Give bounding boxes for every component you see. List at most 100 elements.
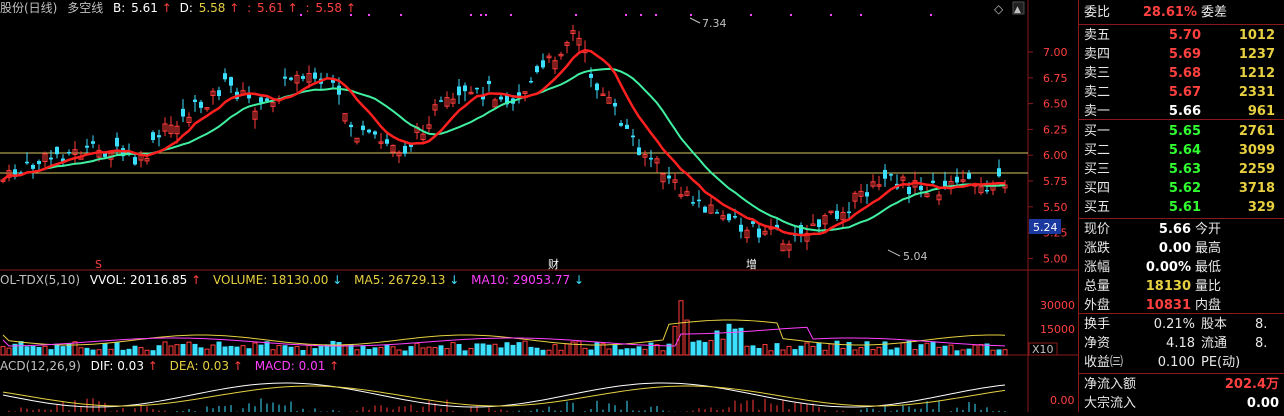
low-annotation: 5.04 xyxy=(903,250,928,263)
volume-bar xyxy=(204,348,210,356)
scroll-up-icon[interactable]: ▲ xyxy=(1014,5,1021,15)
volume-bar xyxy=(462,350,468,356)
d-label: D: xyxy=(180,1,193,15)
volume-bar xyxy=(132,345,138,356)
current-price-tag-text: 5.24 xyxy=(1033,221,1058,234)
signal-dot xyxy=(625,14,627,16)
event-marker-cai[interactable]: 财 xyxy=(548,257,559,271)
fundamental-row-2[interactable]: 收益㈢ 0.100 PE(动) xyxy=(1079,352,1284,373)
bid-row-4[interactable]: 买四 5.62 3718 xyxy=(1079,178,1284,199)
candle-body xyxy=(919,185,923,191)
bid-price: 5.65 xyxy=(1168,124,1201,139)
macd-header: ACD(12,26,9) DIF: 0.03 ↑ DEA: 0.03 ↑ MAC… xyxy=(0,359,339,373)
dea-text: DEA: 0.03 xyxy=(170,359,229,373)
bid-volume: 2259 xyxy=(1238,162,1275,177)
event-marker-s[interactable]: S xyxy=(95,258,102,271)
stat-row-0[interactable]: 现价 5.66 今开 xyxy=(1079,219,1284,240)
price-tick-label: 5.75 xyxy=(1043,175,1068,188)
candle-body xyxy=(619,123,623,126)
weibi-value: 28.61% xyxy=(1142,5,1197,20)
ask-row-2[interactable]: 卖二 5.67 2331 xyxy=(1079,82,1284,103)
bid-row-3[interactable]: 买三 5.63 2259 xyxy=(1079,159,1284,180)
candle-body xyxy=(367,129,371,133)
volume-bar xyxy=(870,349,876,356)
kline-svg[interactable]: 7.006.756.506.256.005.755.505.255.00 5.2… xyxy=(0,0,1078,412)
volume-bar xyxy=(336,342,342,356)
candle-body xyxy=(157,135,161,138)
signal-dot xyxy=(480,14,482,16)
candle-body xyxy=(810,223,816,227)
fundamental-label2: 流通 xyxy=(1201,336,1228,351)
stat-row-1[interactable]: 涨跌 0.00 最高 xyxy=(1079,238,1284,259)
bid-row-1[interactable]: 买一 5.65 2761 xyxy=(1079,121,1284,142)
stat-row-2[interactable]: 涨幅 0.00% 最低 xyxy=(1079,257,1284,278)
volume-bar xyxy=(546,349,552,356)
candle-body xyxy=(37,161,41,165)
candle-body xyxy=(835,210,839,219)
flow-row-1[interactable]: 大宗流入 0.00 xyxy=(1079,393,1284,414)
candle-body xyxy=(49,157,53,160)
ask-label: 卖五 xyxy=(1084,28,1111,43)
ask-row-3[interactable]: 卖三 5.68 1212 xyxy=(1079,63,1284,84)
signal-dots-group xyxy=(300,14,932,16)
candle-body xyxy=(283,76,287,79)
fundamental-row-1[interactable]: 净资 4.18 流通 8. xyxy=(1079,333,1284,354)
bid-row-2[interactable]: 买二 5.64 3099 xyxy=(1079,140,1284,161)
diamond-icon[interactable]: ◇ xyxy=(994,2,1004,16)
candle-body xyxy=(613,103,617,107)
candles-group xyxy=(0,24,1008,258)
volume-bar xyxy=(636,346,642,356)
kline-chart-area[interactable]: 7.006.756.506.256.005.755.505.255.00 5.2… xyxy=(0,0,1078,412)
flow-row-0[interactable]: 净流入额 202.4万 xyxy=(1079,374,1284,395)
volume-bar xyxy=(294,346,300,356)
volume-bar xyxy=(54,343,60,356)
candle-body xyxy=(349,124,353,128)
stat-row-3[interactable]: 总量 18130 量比 xyxy=(1079,276,1284,297)
candle-body xyxy=(541,60,545,68)
bid-row-5[interactable]: 买五 5.61 329 xyxy=(1079,197,1284,218)
candle-body xyxy=(85,145,89,148)
fundamental-row-0[interactable]: 换手 0.21% 股本 8. xyxy=(1079,314,1284,335)
volume-bar xyxy=(744,345,750,356)
volume-bar xyxy=(642,348,648,356)
volume-bar xyxy=(438,345,444,356)
candle-body xyxy=(31,164,35,169)
candle-body xyxy=(595,83,599,91)
low-pointer xyxy=(887,249,901,257)
volume-bar xyxy=(708,340,714,356)
event-marker-zeng[interactable]: 增 xyxy=(746,257,757,271)
volume-bar xyxy=(900,342,906,356)
flow-label: 大宗流入 xyxy=(1084,396,1137,411)
volume-bar xyxy=(894,347,900,356)
candle-body xyxy=(193,99,197,102)
volume-bar xyxy=(552,344,558,356)
volume-bar xyxy=(210,344,216,356)
macd-indicator-title: ACD(12,26,9) xyxy=(0,359,81,373)
volume-bar xyxy=(582,347,588,356)
signal-dot xyxy=(640,14,642,16)
indicator-name: 多空线 xyxy=(67,1,103,15)
candle-body xyxy=(67,152,71,154)
fundamental-value2: 8. xyxy=(1255,317,1268,332)
stock-name: 股份(日线) xyxy=(0,1,57,15)
volume-bar xyxy=(630,348,636,356)
volume-indicator-title: OL-TDX(5,10) xyxy=(0,273,80,287)
volume-bar xyxy=(312,348,318,356)
volume-bar xyxy=(990,349,996,356)
stat-label2: 量比 xyxy=(1195,279,1222,294)
volume-bar xyxy=(384,344,390,356)
signal-dot xyxy=(790,14,792,16)
volume-bar xyxy=(576,340,582,356)
volume-bar xyxy=(390,346,396,356)
volume-bar xyxy=(612,344,618,356)
ask-row-4[interactable]: 卖四 5.69 1237 xyxy=(1079,44,1284,65)
candle-body xyxy=(487,80,491,85)
volume-bar xyxy=(480,343,486,356)
ask-row-5[interactable]: 卖五 5.70 1012 xyxy=(1079,25,1284,46)
volume-tick-15000: 15000 xyxy=(1040,323,1075,336)
volume-bar xyxy=(858,346,864,356)
v1-value: 5.61 xyxy=(257,1,284,15)
volume-bar xyxy=(810,345,816,356)
candle-body xyxy=(25,161,29,164)
price-tick-label: 5.50 xyxy=(1043,201,1068,214)
